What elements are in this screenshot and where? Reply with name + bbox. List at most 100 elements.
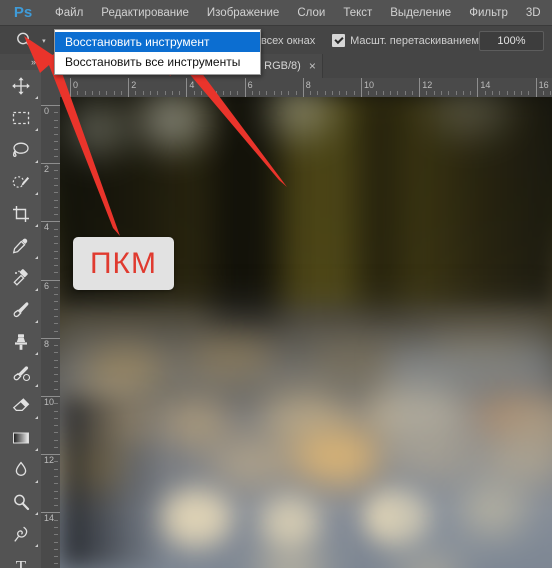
menu-item-select[interactable]: Выделение <box>381 0 460 25</box>
chevron-down-icon[interactable]: ▾ <box>40 27 48 54</box>
ruler-minor-tick <box>331 91 333 95</box>
tool-flyout-indicator[interactable] <box>35 352 38 355</box>
ruler-minor-tick <box>164 91 166 95</box>
tool-flyout-indicator[interactable] <box>35 288 38 291</box>
menu-item-layers[interactable]: Слои <box>288 0 334 25</box>
context-menu-item-reset-all-tools[interactable]: Восстановить все инструменты <box>55 52 260 72</box>
tool-context-menu: Восстановить инструмент Восстановить все… <box>54 29 261 75</box>
tool-flyout-indicator[interactable] <box>35 320 38 323</box>
ruler-minor-tick <box>54 563 58 565</box>
ruler-minor-tick <box>54 301 58 303</box>
ruler-minor-tick <box>54 235 58 237</box>
image-canvas[interactable] <box>60 97 552 568</box>
ruler-minor-tick <box>54 541 58 543</box>
zoom-level-field[interactable]: 100% <box>478 30 544 51</box>
tool-flyout-indicator[interactable] <box>35 416 38 419</box>
spot-healing-brush-tool[interactable] <box>0 262 41 294</box>
move-tool[interactable] <box>0 70 41 102</box>
ruler-minor-tick <box>54 381 58 383</box>
context-menu-item-reset-all-tools-label: Восстановить все инструменты <box>65 55 241 69</box>
tool-flyout-indicator[interactable] <box>35 480 38 483</box>
checkbox-scrubby-zoom-box[interactable] <box>332 34 346 47</box>
ruler-minor-tick <box>106 91 108 95</box>
vertical-ruler[interactable]: 0 2 4 6 8 10 12 14 <box>41 97 61 568</box>
photoshop-logo: Ps <box>13 4 33 21</box>
ruler-minor-tick <box>157 91 159 95</box>
ruler-label: 8 <box>44 338 50 349</box>
ruler-minor-tick <box>470 91 472 95</box>
ruler-minor-tick <box>54 403 58 405</box>
type-tool[interactable]: T <box>0 550 41 568</box>
eraser-tool[interactable] <box>0 390 41 422</box>
ruler-minor-tick <box>54 359 58 361</box>
menu-item-3d[interactable]: 3D <box>517 0 550 25</box>
menu-item-text[interactable]: Текст <box>334 0 381 25</box>
brush-tool[interactable] <box>0 294 41 326</box>
ruler-minor-tick <box>411 91 413 95</box>
dodge-tool[interactable] <box>0 486 41 518</box>
ruler-minor-tick <box>54 556 58 558</box>
ruler-minor-tick <box>230 91 232 95</box>
ruler-minor-tick <box>179 91 181 95</box>
tool-flyout-indicator[interactable] <box>35 544 38 547</box>
rectangular-marquee-tool[interactable] <box>0 102 41 134</box>
tool-flyout-indicator[interactable] <box>35 256 38 259</box>
menu-item-filter[interactable]: Фильтр <box>460 0 517 25</box>
quick-selection-tool[interactable] <box>0 166 41 198</box>
clone-stamp-tool[interactable] <box>0 326 41 358</box>
close-icon[interactable]: × <box>309 60 316 72</box>
ruler-minor-tick <box>295 91 297 95</box>
tool-flyout-indicator[interactable] <box>35 512 38 515</box>
tool-flyout-indicator[interactable] <box>35 128 38 131</box>
ruler-minor-tick <box>484 91 486 95</box>
pen-tool[interactable] <box>0 518 41 550</box>
ruler-minor-tick <box>259 91 261 95</box>
tool-flyout-indicator[interactable] <box>35 224 38 227</box>
ruler-minor-tick <box>54 155 58 157</box>
blur-tool[interactable] <box>0 454 41 486</box>
ruler-minor-tick <box>54 192 58 194</box>
ruler-minor-tick <box>54 134 58 136</box>
ruler-minor-tick <box>542 91 544 95</box>
ruler-minor-tick <box>426 91 428 95</box>
ruler-label: 12 <box>422 80 433 90</box>
ruler-minor-tick <box>208 91 210 95</box>
tool-flyout-indicator[interactable] <box>35 448 38 451</box>
menu-item-image[interactable]: Изображение <box>198 0 288 25</box>
ruler-minor-tick <box>346 91 348 95</box>
tool-flyout-indicator[interactable] <box>35 96 38 99</box>
checkbox-scrubby-zoom[interactable]: Масшт. перетаскиванием <box>332 34 479 47</box>
ruler-minor-tick <box>324 91 326 95</box>
ruler-minor-tick <box>54 490 58 492</box>
ruler-minor-tick <box>54 308 58 310</box>
ruler-minor-tick <box>462 91 464 95</box>
ruler-minor-tick <box>353 91 355 95</box>
ruler-minor-tick <box>215 91 217 95</box>
ruler-minor-tick <box>54 432 58 434</box>
ruler-minor-tick <box>54 410 58 412</box>
ruler-minor-tick <box>54 439 58 441</box>
eyedropper-tool[interactable] <box>0 230 41 262</box>
ruler-minor-tick <box>54 526 58 528</box>
tool-flyout-indicator[interactable] <box>35 384 38 387</box>
tool-flyout-indicator[interactable] <box>35 160 38 163</box>
history-brush-tool[interactable] <box>0 358 41 390</box>
menu-item-edit[interactable]: Редактирование <box>92 0 198 25</box>
gradient-tool[interactable] <box>0 422 41 454</box>
tool-flyout-indicator[interactable] <box>35 192 38 195</box>
ruler-minor-tick <box>142 91 144 95</box>
ruler-minor-tick <box>54 388 58 390</box>
magnifier-icon[interactable] <box>10 27 40 54</box>
crop-tool[interactable] <box>0 198 41 230</box>
ruler-minor-tick <box>54 534 58 536</box>
ruler-minor-tick <box>54 417 58 419</box>
ruler-minor-tick <box>54 374 58 376</box>
ruler-minor-tick <box>54 206 58 208</box>
horizontal-ruler[interactable]: 0 2 4 6 8 10 12 14 16 <box>60 78 552 98</box>
menu-item-file[interactable]: Файл <box>46 0 92 25</box>
ruler-minor-tick <box>200 91 202 95</box>
context-menu-item-reset-tool[interactable]: Восстановить инструмент <box>55 32 260 52</box>
ruler-minor-tick <box>499 91 501 95</box>
collapse-panel-icon[interactable]: » <box>0 54 41 70</box>
lasso-tool[interactable] <box>0 134 41 166</box>
